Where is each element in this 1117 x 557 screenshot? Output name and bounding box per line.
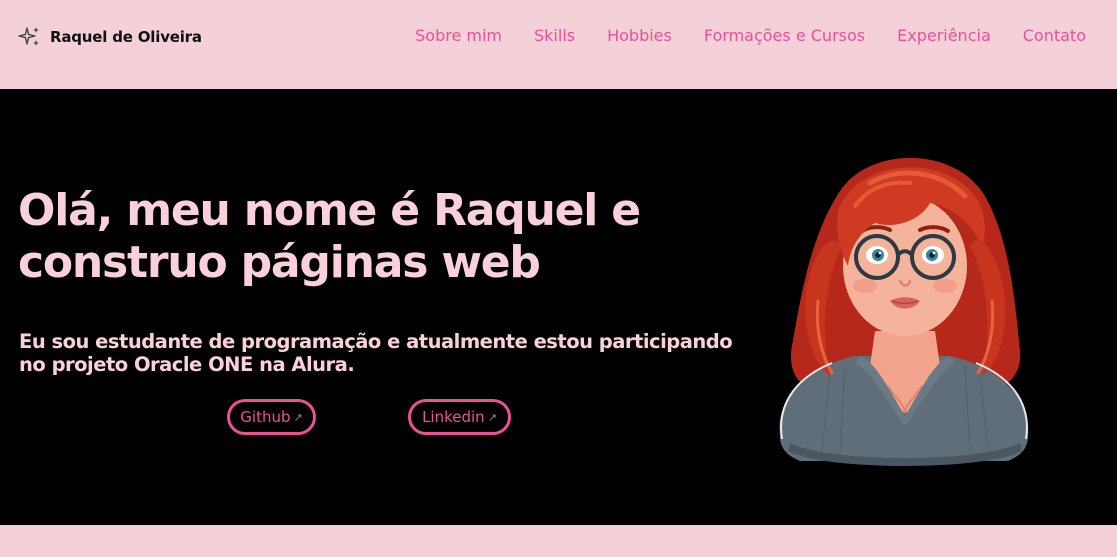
hero-headline-line2: construo páginas web bbox=[18, 237, 541, 288]
nav-link-formacoes[interactable]: Formações e Cursos bbox=[704, 26, 865, 45]
nav-link-skills[interactable]: Skills bbox=[534, 26, 575, 45]
hero-headline-line1: Olá, meu nome é Raquel e bbox=[18, 185, 641, 236]
linkedin-button-label: Linkedin bbox=[422, 408, 485, 426]
github-button[interactable]: Github ↗ bbox=[227, 399, 316, 435]
avatar-illustration bbox=[770, 151, 1036, 471]
top-navigation-bar: Raquel de Oliveira Sobre mim Skills Hobb… bbox=[0, 0, 1117, 89]
arrow-up-right-icon: ↗ bbox=[293, 410, 303, 424]
arrow-up-right-icon: ↗ bbox=[487, 410, 497, 424]
nav-link-experiencia[interactable]: Experiência bbox=[897, 26, 991, 45]
nav-link-sobre-mim[interactable]: Sobre mim bbox=[415, 26, 502, 45]
hero-headline: Olá, meu nome é Raquel e construo página… bbox=[18, 185, 718, 289]
github-button-label: Github bbox=[240, 408, 291, 426]
hero-lead: Eu sou estudante de programação e atualm… bbox=[19, 330, 739, 376]
page-footer-area bbox=[0, 525, 1117, 557]
hero-section: Olá, meu nome é Raquel e construo página… bbox=[0, 89, 1117, 525]
main-nav: Sobre mim Skills Hobbies Formações e Cur… bbox=[415, 26, 1086, 45]
sparkles-icon bbox=[18, 25, 42, 49]
linkedin-button[interactable]: Linkedin ↗ bbox=[408, 399, 511, 435]
hero-lead-line2: no projeto Oracle ONE na Alura. bbox=[19, 353, 355, 376]
brand-name: Raquel de Oliveira bbox=[50, 28, 202, 46]
hero-lead-line1: Eu sou estudante de programação e atualm… bbox=[19, 330, 733, 353]
nav-link-hobbies[interactable]: Hobbies bbox=[607, 26, 672, 45]
nav-link-contato[interactable]: Contato bbox=[1023, 26, 1086, 45]
brand[interactable]: Raquel de Oliveira bbox=[18, 24, 202, 50]
